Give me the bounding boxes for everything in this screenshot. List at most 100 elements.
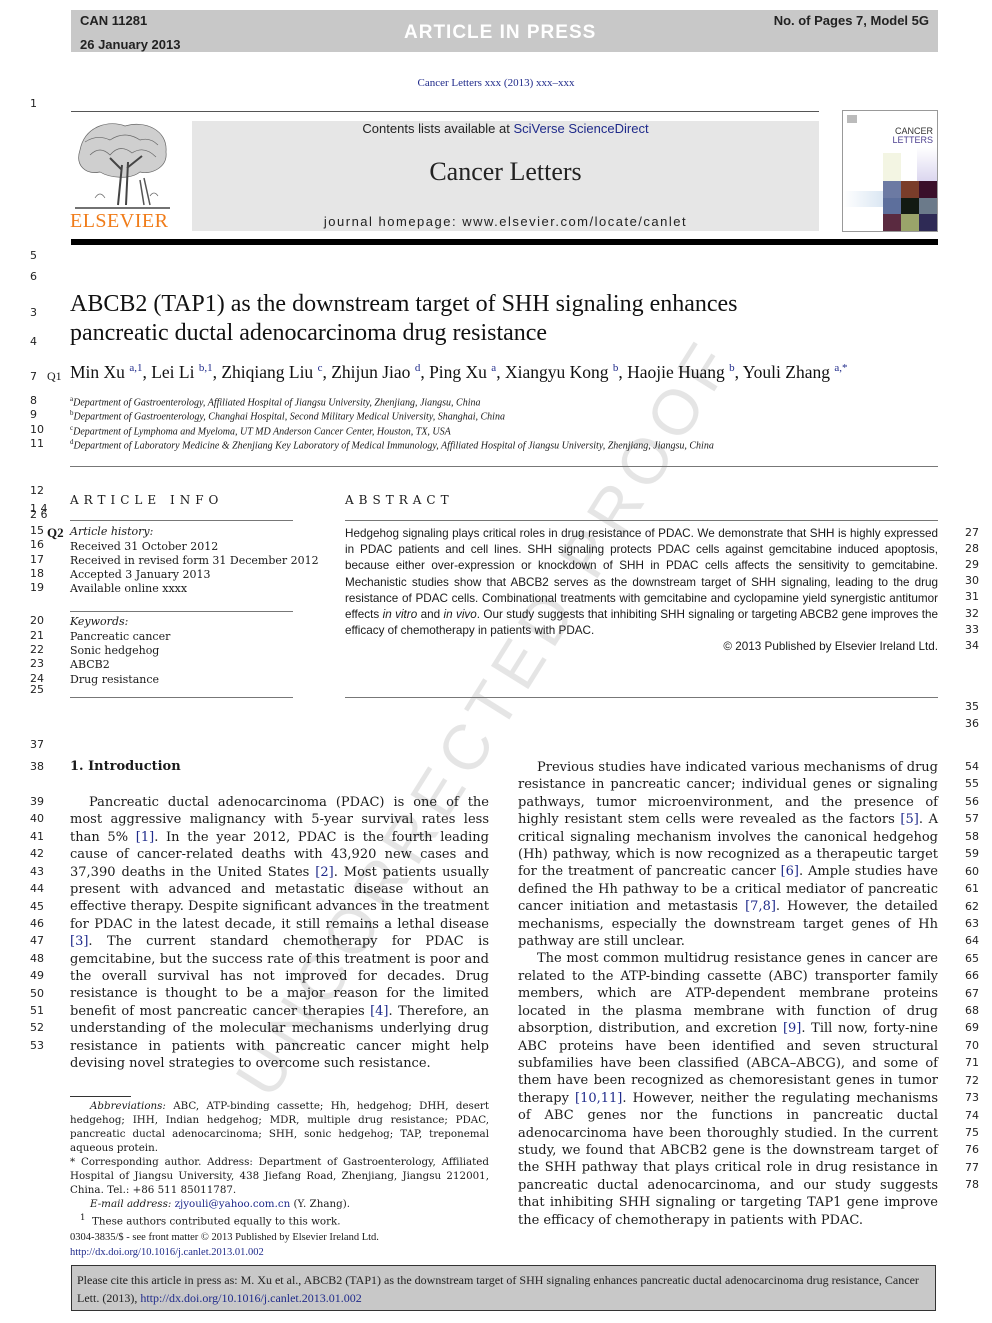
journal-title: Cancer Letters xyxy=(429,157,582,186)
footnote-corresponding-author: * Corresponding author. Address: Departm… xyxy=(70,1156,489,1196)
intro-column-left: Pancreatic ductal adenocarcinoma (PDAC) … xyxy=(70,794,489,1073)
author-separator: , xyxy=(420,362,430,382)
history-received: Received 31 October 2012 xyxy=(70,540,219,553)
intro-column-right: Previous studies have indicated various … xyxy=(518,759,938,1229)
citation-reference[interactable]: [3] xyxy=(70,934,88,949)
citation-reference[interactable]: [1] xyxy=(136,830,154,845)
citation-reference[interactable]: [9] xyxy=(783,1021,801,1036)
history-online: Available online xxxx xyxy=(70,582,188,595)
line-number: 66 xyxy=(965,969,979,982)
line-number: 52 xyxy=(30,1021,44,1034)
line-number: 18 xyxy=(30,567,44,580)
citation-reference[interactable]: [10,11] xyxy=(575,1091,622,1106)
line-number: 41 xyxy=(30,830,44,843)
footnote-email: E-mail address: zjyouli@yahoo.com.cn (Y.… xyxy=(90,1198,350,1210)
author-list: Min Xu a,1, Lei Li b,1, Zhiqiang Liu c, … xyxy=(70,362,847,383)
contents-availability: Contents lists available at SciVerse Sci… xyxy=(362,121,649,136)
line-number: 48 xyxy=(30,952,44,965)
abstract-heading: ABSTRACT xyxy=(345,493,454,507)
line-number: 73 xyxy=(965,1091,979,1104)
cover-panel xyxy=(883,153,901,181)
elsevier-mini-logo-icon xyxy=(847,115,857,123)
issn-line: 0304-3835/$ - see front matter © 2013 Pu… xyxy=(70,1232,379,1243)
cover-tile xyxy=(901,181,919,198)
author-separator: , xyxy=(618,362,628,382)
affiliations-rule xyxy=(70,466,938,467)
line-number: 70 xyxy=(965,1039,979,1052)
article-in-press-banner: CAN 11281 26 January 2013 ARTICLE IN PRE… xyxy=(71,10,938,52)
line-number: 39 xyxy=(30,795,44,808)
paragraph-text: Previous studies have indicated various … xyxy=(518,760,938,828)
query-mark-q2[interactable]: Q2 xyxy=(47,525,64,541)
line-number: 6 xyxy=(30,270,37,283)
author-separator: , xyxy=(734,362,743,382)
author-affiliation-mark[interactable]: b,1 xyxy=(199,362,213,374)
line-number: 69 xyxy=(965,1021,979,1034)
line-number: 44 xyxy=(30,882,44,895)
line-number: 17 xyxy=(30,553,44,566)
intro-paragraph-3: The most common multidrug resistance gen… xyxy=(518,950,938,1229)
line-number: 5 xyxy=(30,249,37,262)
paragraph-text: . However, neither the regulating mechan… xyxy=(518,1090,938,1228)
journal-homepage[interactable]: journal homepage: www.elsevier.com/locat… xyxy=(192,214,819,229)
manuscript-code: CAN 11281 xyxy=(80,13,148,28)
citation-reference[interactable]: [7,8] xyxy=(745,899,776,914)
line-number: 7 xyxy=(30,370,37,383)
email-link[interactable]: zjyouli@yahoo.com.cn xyxy=(175,1198,291,1210)
line-number: 31 xyxy=(965,590,979,603)
author-affiliation-mark[interactable]: a,* xyxy=(834,362,847,374)
line-number: 58 xyxy=(965,830,979,843)
author: Ping Xu a xyxy=(429,362,497,382)
affiliation-d: dDepartment of Laboratory Medicine & Zhe… xyxy=(70,438,714,452)
line-number: 37 xyxy=(30,738,44,751)
line-number: 21 xyxy=(30,629,44,642)
keywords-label: Keywords: xyxy=(70,615,129,628)
cover-title: CANCER LETTERS xyxy=(892,126,933,145)
citation-doi-link[interactable]: http://dx.doi.org/10.1016/j.canlet.2013.… xyxy=(140,1291,361,1305)
line-number: 3 xyxy=(30,306,37,319)
line-number: 64 xyxy=(965,934,979,947)
doi-link[interactable]: http://dx.doi.org/10.1016/j.canlet.2013.… xyxy=(70,1245,379,1260)
line-number: 57 xyxy=(965,812,979,825)
journal-cover-thumbnail: CANCER LETTERS xyxy=(842,110,938,232)
history-accepted: Accepted 3 January 2013 xyxy=(70,568,211,581)
footnote-rule xyxy=(70,1096,131,1097)
cover-tile xyxy=(919,214,937,231)
front-matter: 0304-3835/$ - see front matter © 2013 Pu… xyxy=(70,1230,379,1260)
masthead-bottom-rule xyxy=(71,239,938,245)
sciencedirect-link[interactable]: SciVerse ScienceDirect xyxy=(513,121,648,136)
query-mark-q1[interactable]: Q1 xyxy=(47,369,62,384)
journal-reference[interactable]: Cancer Letters xxx (2013) xxx–xxx xyxy=(0,77,992,89)
line-number: 35 xyxy=(965,700,979,713)
keyword: Sonic hedgehog xyxy=(70,644,160,657)
citation-reference[interactable]: [6] xyxy=(781,864,799,879)
author-separator: , xyxy=(142,362,152,382)
cover-panel xyxy=(843,191,883,207)
line-number: 16 xyxy=(30,538,44,551)
author-affiliation-mark[interactable]: a,1 xyxy=(129,362,142,374)
citation-reference[interactable]: [5] xyxy=(900,812,918,827)
line-number: 38 xyxy=(30,760,44,773)
line-number: 11 xyxy=(30,437,44,450)
cover-tile xyxy=(883,197,901,215)
affiliation-b: bDepartment of Gastroenterology, Changha… xyxy=(70,409,505,423)
line-number: 4 xyxy=(30,335,37,348)
line-number: 27 xyxy=(965,526,979,539)
line-number: 62 xyxy=(965,900,979,913)
line-number: 30 xyxy=(965,574,979,587)
line-number: 46 xyxy=(30,917,44,930)
line-number: 19 xyxy=(30,581,44,594)
line-number: 10 xyxy=(30,423,44,436)
line-number: 25 xyxy=(30,683,44,696)
line-number: 22 xyxy=(30,643,44,656)
keyword: Pancreatic cancer xyxy=(70,630,171,643)
citation-reference[interactable]: [2] xyxy=(315,865,333,880)
author: Lei Li b,1 xyxy=(151,362,213,382)
line-number: 36 xyxy=(965,717,979,730)
footnote-equal-contribution: 1 These authors contributed equally to t… xyxy=(80,1213,341,1228)
cover-tile xyxy=(883,214,901,231)
citation-reference[interactable]: [4] xyxy=(370,1004,388,1019)
author: Min Xu a,1 xyxy=(70,362,143,382)
line-number: 45 xyxy=(30,900,44,913)
keyword: ABCB2 xyxy=(70,658,110,671)
